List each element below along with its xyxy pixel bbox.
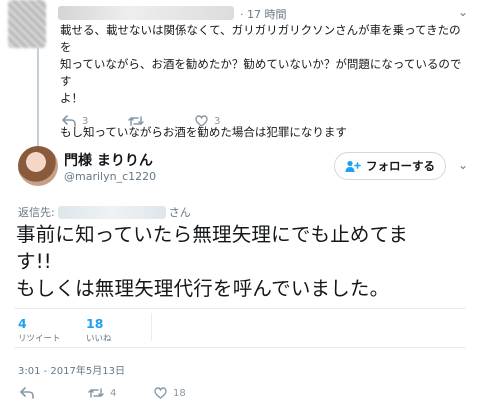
retweet-action[interactable]: [128, 115, 150, 127]
add-user-icon: [345, 160, 361, 172]
divider: [14, 308, 466, 309]
tweet-text: 事前に知っていたら無理矢理にでも止めてま す!! もしくは無理矢理代行を呼んでい…: [16, 221, 468, 302]
heart-icon: [154, 387, 167, 399]
reply-action[interactable]: 3: [62, 115, 88, 127]
retweet-action[interactable]: 4: [88, 387, 116, 399]
reply-text-line: 知っていながら、お酒を勧めたか？勧めていないか？が問題になっているのです: [60, 57, 462, 88]
tweet-actions: 4 18: [20, 387, 320, 403]
reply-author-blurred[interactable]: [58, 6, 234, 20]
retweet-icon: [128, 116, 144, 126]
like-action[interactable]: 18: [154, 387, 186, 399]
reply-to-suffix: さん: [168, 206, 191, 219]
like-stat-label: いいね: [86, 334, 112, 344]
display-name[interactable]: 門様 まりりん: [64, 150, 153, 170]
heart-icon: [195, 115, 208, 127]
like-count: 3: [214, 115, 221, 127]
like-stat[interactable]: 18 いいね: [86, 316, 112, 344]
reply-to-prefix: 返信先:: [18, 206, 55, 219]
retweet-icon: [88, 388, 104, 398]
retweet-count: 4: [110, 387, 117, 399]
chevron-down-icon[interactable]: ⌄: [458, 158, 468, 172]
reply-to-user-blurred[interactable]: [57, 205, 166, 219]
tweet-timestamp[interactable]: 3:01 - 2017年5月13日: [18, 362, 125, 377]
tweet-text-line: 事前に知っていたら無理矢理にでも止めてま: [16, 223, 409, 246]
tweet-text-line: す!!: [16, 250, 52, 273]
reply-action[interactable]: [20, 387, 40, 399]
like-action[interactable]: 3: [195, 115, 220, 127]
reply-actions: 3 3: [62, 115, 362, 131]
user-handle[interactable]: @marilyn_c1220: [64, 170, 156, 183]
divider: [14, 347, 466, 348]
reply-text-line: よ！: [60, 91, 83, 105]
retweet-stat-count: 4: [18, 316, 27, 331]
like-stat-count: 18: [86, 316, 104, 331]
follow-button[interactable]: フォローする: [334, 152, 446, 180]
reply-avatar-blurred[interactable]: [8, 0, 46, 48]
reply-count: 3: [82, 115, 89, 127]
tweet-text-line: もしくは無理矢理代行を呼んでいました。: [16, 277, 390, 300]
reply-text-line: 載せる、載せないは関係なくて、ガリガリガリクソンさんが車を乗ってきたのを: [60, 23, 461, 54]
like-count: 18: [173, 387, 186, 399]
reply-time[interactable]: · 17 時間: [240, 6, 287, 22]
chevron-down-icon[interactable]: ⌄: [458, 5, 468, 19]
reply-tweet: · 17 時間 ⌄ 載せる、載せないは関係なくて、ガリガリガリクソンさんが車を乗…: [0, 0, 480, 146]
reply-to: 返信先: さん: [18, 204, 191, 220]
follow-button-label: フォローする: [366, 159, 435, 173]
divider: [151, 313, 152, 341]
retweet-stat[interactable]: 4 リツイート: [18, 316, 61, 344]
reply-icon: [20, 387, 34, 399]
reply-icon: [62, 115, 76, 127]
retweet-stat-label: リツイート: [18, 334, 61, 344]
avatar[interactable]: [18, 146, 58, 186]
